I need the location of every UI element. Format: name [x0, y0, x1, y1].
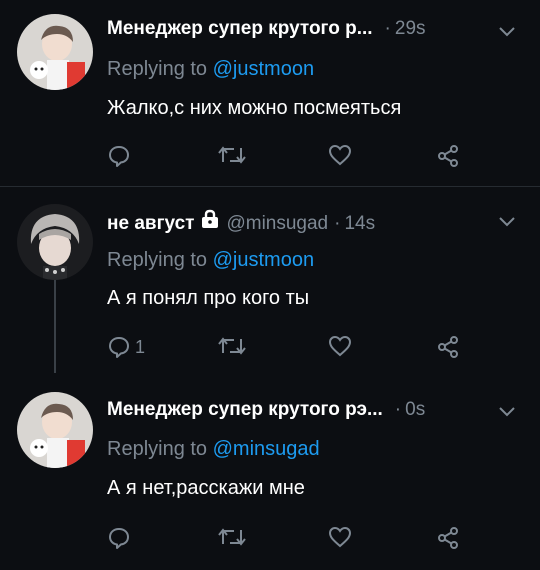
replying-prefix: Replying to — [107, 249, 208, 271]
reply-icon — [107, 144, 131, 168]
share-button[interactable] — [436, 335, 460, 359]
author-name[interactable]: Менеджер супер крутого р... — [107, 18, 373, 40]
share-button[interactable] — [436, 144, 460, 168]
author-name[interactable]: не август — [107, 213, 194, 235]
separator-dot: · — [394, 399, 402, 420]
tweet-2[interactable]: не август @minsugad · 14s Replying to @j… — [0, 187, 540, 373]
retweet-button[interactable] — [218, 526, 246, 548]
reply-button[interactable] — [107, 144, 131, 168]
tweet-3[interactable]: Менеджер супер крутого рэ... · 0s Replyi… — [0, 374, 540, 570]
like-button[interactable] — [328, 144, 352, 166]
action-bar — [0, 144, 540, 172]
chevron-down-icon[interactable] — [498, 25, 516, 43]
heart-icon — [328, 144, 352, 166]
reply-button[interactable]: 1 — [107, 335, 145, 359]
timestamp: 29s — [394, 18, 426, 39]
replying-prefix: Replying to — [107, 438, 208, 460]
avatar[interactable] — [17, 392, 93, 468]
timestamp: 0s — [405, 399, 426, 420]
reply-icon — [107, 335, 131, 359]
share-icon — [436, 144, 460, 168]
mention-link[interactable]: @minsugad — [213, 438, 320, 460]
tweet-header: Менеджер супер крутого р... · 29s — [107, 18, 426, 46]
chevron-down-icon[interactable] — [498, 215, 516, 233]
tweet-text: Жалко,с них можно посмеяться — [107, 97, 402, 119]
share-icon — [436, 526, 460, 550]
reply-count: 1 — [135, 336, 146, 357]
replying-to-line: Replying to @justmoon — [107, 58, 314, 81]
replying-prefix: Replying to — [107, 58, 208, 80]
tweet-header: не август @minsugad · 14s — [107, 209, 375, 237]
author-handle[interactable]: @minsugad — [226, 213, 328, 235]
action-bar — [0, 526, 540, 554]
mention-link[interactable]: @justmoon — [213, 58, 314, 80]
reply-icon — [107, 526, 131, 550]
avatar[interactable] — [17, 14, 93, 90]
tweet-1[interactable]: Менеджер супер крутого р... · 29s Replyi… — [0, 0, 540, 186]
tweet-text: А я нет,расскажи мне — [107, 477, 305, 499]
timestamp: 14s — [344, 213, 376, 234]
tweet-text: А я понял про кого ты — [107, 287, 310, 309]
retweet-icon — [218, 526, 246, 548]
action-bar: 1 — [0, 335, 540, 363]
lock-icon — [200, 209, 220, 234]
heart-icon — [328, 335, 352, 357]
retweet-icon — [218, 335, 246, 357]
like-button[interactable] — [328, 526, 352, 548]
retweet-button[interactable] — [218, 144, 246, 166]
retweet-icon — [218, 144, 246, 166]
reply-button[interactable] — [107, 526, 131, 550]
separator-dot: · — [334, 213, 341, 234]
share-icon — [436, 335, 460, 359]
separator-dot: · — [384, 18, 391, 39]
tweet-header: Менеджер супер крутого рэ... · 0s — [107, 399, 425, 427]
like-button[interactable] — [328, 335, 352, 357]
replying-to-line: Replying to @justmoon — [107, 249, 314, 272]
heart-icon — [328, 526, 352, 548]
author-name[interactable]: Менеджер супер крутого рэ... — [107, 399, 383, 421]
mention-link[interactable]: @justmoon — [213, 249, 314, 271]
retweet-button[interactable] — [218, 335, 246, 357]
chevron-down-icon[interactable] — [498, 405, 516, 423]
replying-to-line: Replying to @minsugad — [107, 438, 320, 461]
share-button[interactable] — [436, 526, 460, 550]
avatar[interactable] — [17, 204, 93, 280]
